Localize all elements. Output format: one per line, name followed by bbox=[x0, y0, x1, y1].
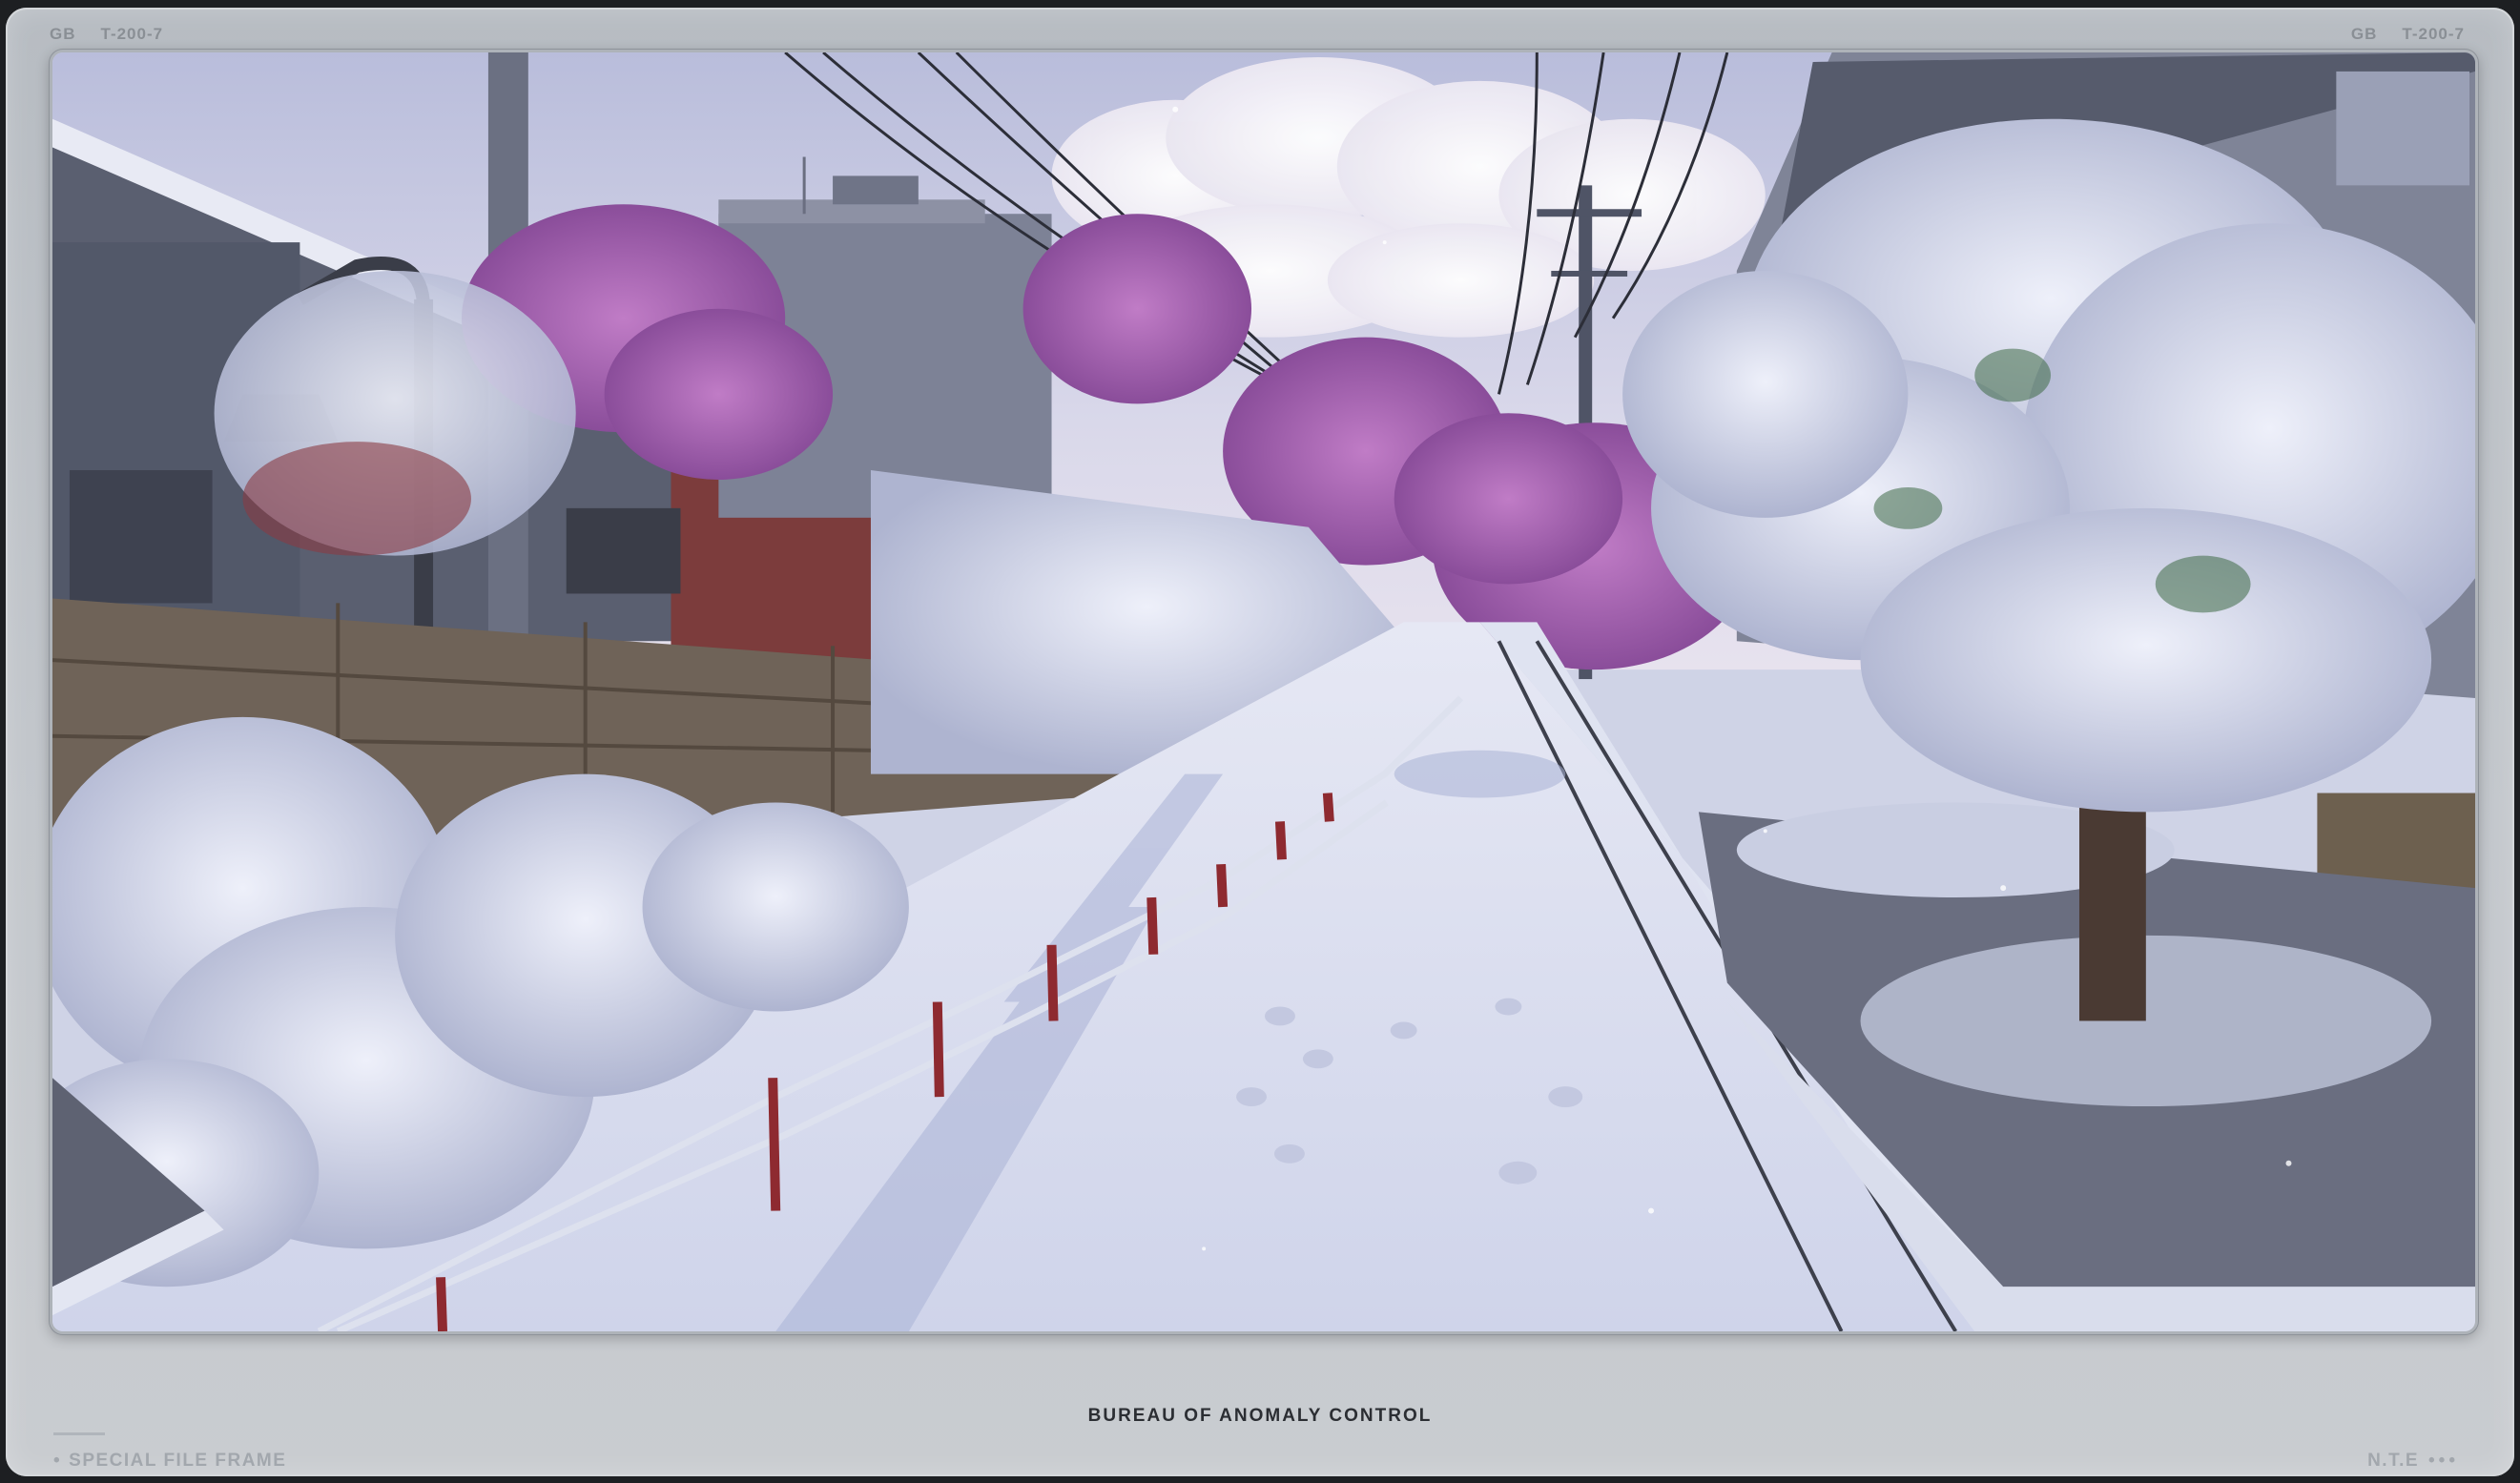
bullet-icon: • bbox=[53, 1451, 62, 1471]
corner-serial: T-200-7 bbox=[2402, 25, 2465, 43]
corner-code: GB bbox=[2350, 25, 2378, 43]
corner-code: GB bbox=[50, 25, 76, 43]
dots-icon: ••• bbox=[2428, 1451, 2459, 1471]
photo-frame: GB T-200-7 GB T-200-7 BUREAU OF ANOMALY … bbox=[6, 8, 2514, 1476]
nte-label: N.T.E bbox=[2367, 1451, 2420, 1471]
special-file-frame-label: SPECIAL FILE FRAME bbox=[69, 1451, 287, 1471]
corner-label-left: GB T-200-7 bbox=[50, 25, 163, 44]
corner-serial: T-200-7 bbox=[100, 25, 164, 43]
corner-label-right: GB T-200-7 bbox=[2351, 25, 2465, 44]
footer-divider bbox=[53, 1432, 105, 1435]
footer-title: BUREAU OF ANOMALY CONTROL bbox=[1087, 1406, 1433, 1426]
footer-left-label: • SPECIAL FILE FRAME bbox=[53, 1451, 286, 1472]
snowy-street-photo bbox=[50, 50, 2478, 1334]
footer-right-label: N.T.E ••• bbox=[2367, 1451, 2459, 1472]
